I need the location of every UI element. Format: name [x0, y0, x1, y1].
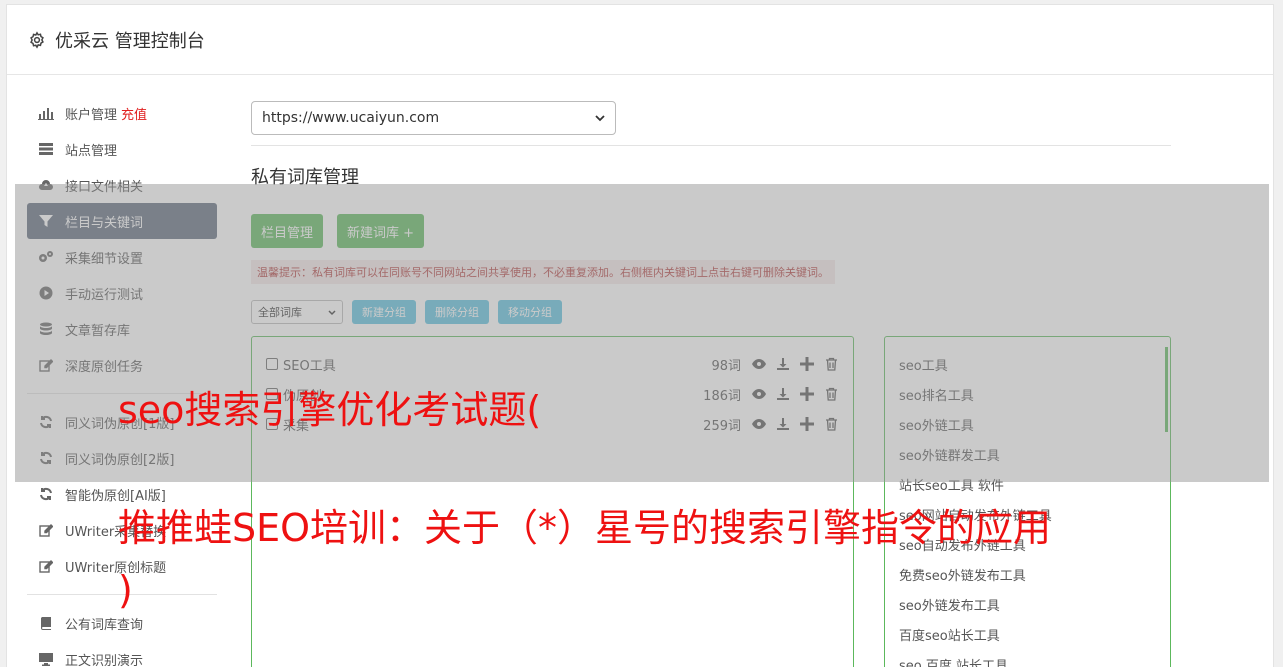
overlay-headline: seo搜索引擎优化考试题(: [118, 388, 542, 432]
edit-icon: [37, 522, 55, 538]
book-icon: [37, 615, 55, 631]
overlay-subheadline: 推推蛙SEO培训：关于（*）星号的搜索引擎指令的应用: [118, 506, 1052, 550]
refresh-icon: [37, 486, 55, 502]
sidebar-item-label: 正文识别演示: [65, 653, 144, 667]
keyword-item[interactable]: seo外链发布工具: [899, 589, 1156, 619]
monitor-icon: [37, 651, 55, 667]
sidebar-item-label: UWriter原创标题: [65, 560, 167, 576]
sidebar-item-text-recognition[interactable]: 正文识别演示: [27, 641, 217, 667]
page-header: 优采云 管理控制台: [7, 5, 1273, 75]
keyword-item[interactable]: seo 百度 站长工具: [899, 649, 1156, 667]
section-divider: [251, 145, 1171, 146]
page-title: 优采云 管理控制台: [55, 30, 205, 52]
keyword-item[interactable]: 百度seo站长工具: [899, 619, 1156, 649]
sidebar-item-account[interactable]: 账户管理 充值: [27, 95, 217, 131]
site-select[interactable]: https://www.ucaiyun.com: [251, 101, 616, 135]
gray-overlay: [15, 184, 1269, 482]
sidebar-item-sites[interactable]: 站点管理: [27, 131, 217, 167]
sidebar-item-label: 公有词库查询: [65, 617, 144, 633]
sidebar-item-label: 账户管理: [65, 107, 118, 123]
keyword-item[interactable]: 免费seo外链发布工具: [899, 559, 1156, 589]
server-icon: [37, 141, 55, 157]
gear-icon: [27, 30, 47, 50]
overlay-closing-paren: ): [118, 568, 133, 612]
bar-chart-icon: [37, 105, 55, 121]
site-select-value: https://www.ucaiyun.com: [262, 110, 440, 126]
sidebar-item-label: 站点管理: [65, 143, 118, 159]
edit-icon: [37, 558, 55, 574]
recharge-link[interactable]: 充值: [121, 104, 147, 123]
sidebar-item-label: 智能伪原创[AI版]: [65, 488, 166, 504]
chevron-down-icon: [595, 110, 605, 126]
